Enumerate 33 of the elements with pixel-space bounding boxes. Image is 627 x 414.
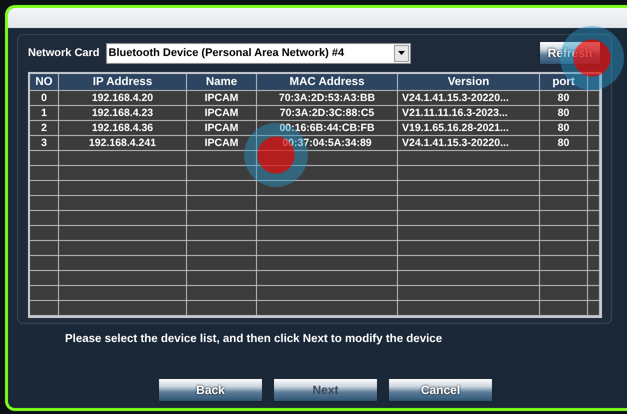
table-cell[interactable]: 80: [540, 91, 588, 106]
column-header[interactable]: MAC Address: [257, 74, 398, 91]
table-cell[interactable]: V19.1.65.16.28-2021...: [398, 121, 540, 136]
instruction-text: Please select the device list, and then click Next to modify the device: [64, 332, 442, 345]
network-card-label: Network Card: [28, 47, 100, 59]
table-cell[interactable]: 1: [30, 106, 59, 121]
table-cell[interactable]: 0: [30, 91, 59, 106]
table-cell[interactable]: IPCAM: [187, 136, 257, 151]
table-cell[interactable]: 2: [30, 121, 59, 136]
table-cell[interactable]: 00:16:6B:44:CB:FB: [257, 121, 398, 136]
column-header[interactable]: NO: [30, 74, 59, 91]
header-cell: [588, 74, 600, 91]
table-cell[interactable]: V24.1.41.15.3-20220...: [398, 136, 540, 151]
column-header[interactable]: port: [540, 74, 588, 91]
table-cell[interactable]: V24.1.41.15.3-20220...: [398, 91, 540, 106]
table-cell[interactable]: 192.168.4.241: [59, 136, 187, 151]
table-cell[interactable]: V21.11.11.16.3-2023...: [398, 106, 540, 121]
network-card-dropdown[interactable]: Bluetooth Device (Personal Area Network) #4: [106, 42, 411, 64]
table-cell[interactable]: 192.168.4.23: [59, 106, 187, 121]
table-cell[interactable]: 70:3A:2D:53:A3:BB: [257, 91, 398, 106]
table-cell[interactable]: IPCAM: [187, 121, 257, 136]
column-header[interactable]: Name: [187, 74, 257, 91]
column-header[interactable]: IP Address: [59, 74, 187, 91]
table-cell[interactable]: 3: [30, 136, 59, 151]
table-cell[interactable]: 80: [540, 106, 588, 121]
table-cell[interactable]: 192.168.4.36: [59, 121, 187, 136]
table-cell[interactable]: 80: [540, 121, 588, 136]
column-header[interactable]: Version: [398, 74, 540, 91]
table-cell[interactable]: IPCAM: [187, 106, 257, 121]
table-cell[interactable]: 70:3A:2D:3C:88:C5: [257, 106, 398, 121]
table-cell[interactable]: IPCAM: [187, 91, 257, 106]
table-cell[interactable]: 192.168.4.20: [59, 91, 187, 106]
table-cell[interactable]: 80: [540, 136, 588, 151]
